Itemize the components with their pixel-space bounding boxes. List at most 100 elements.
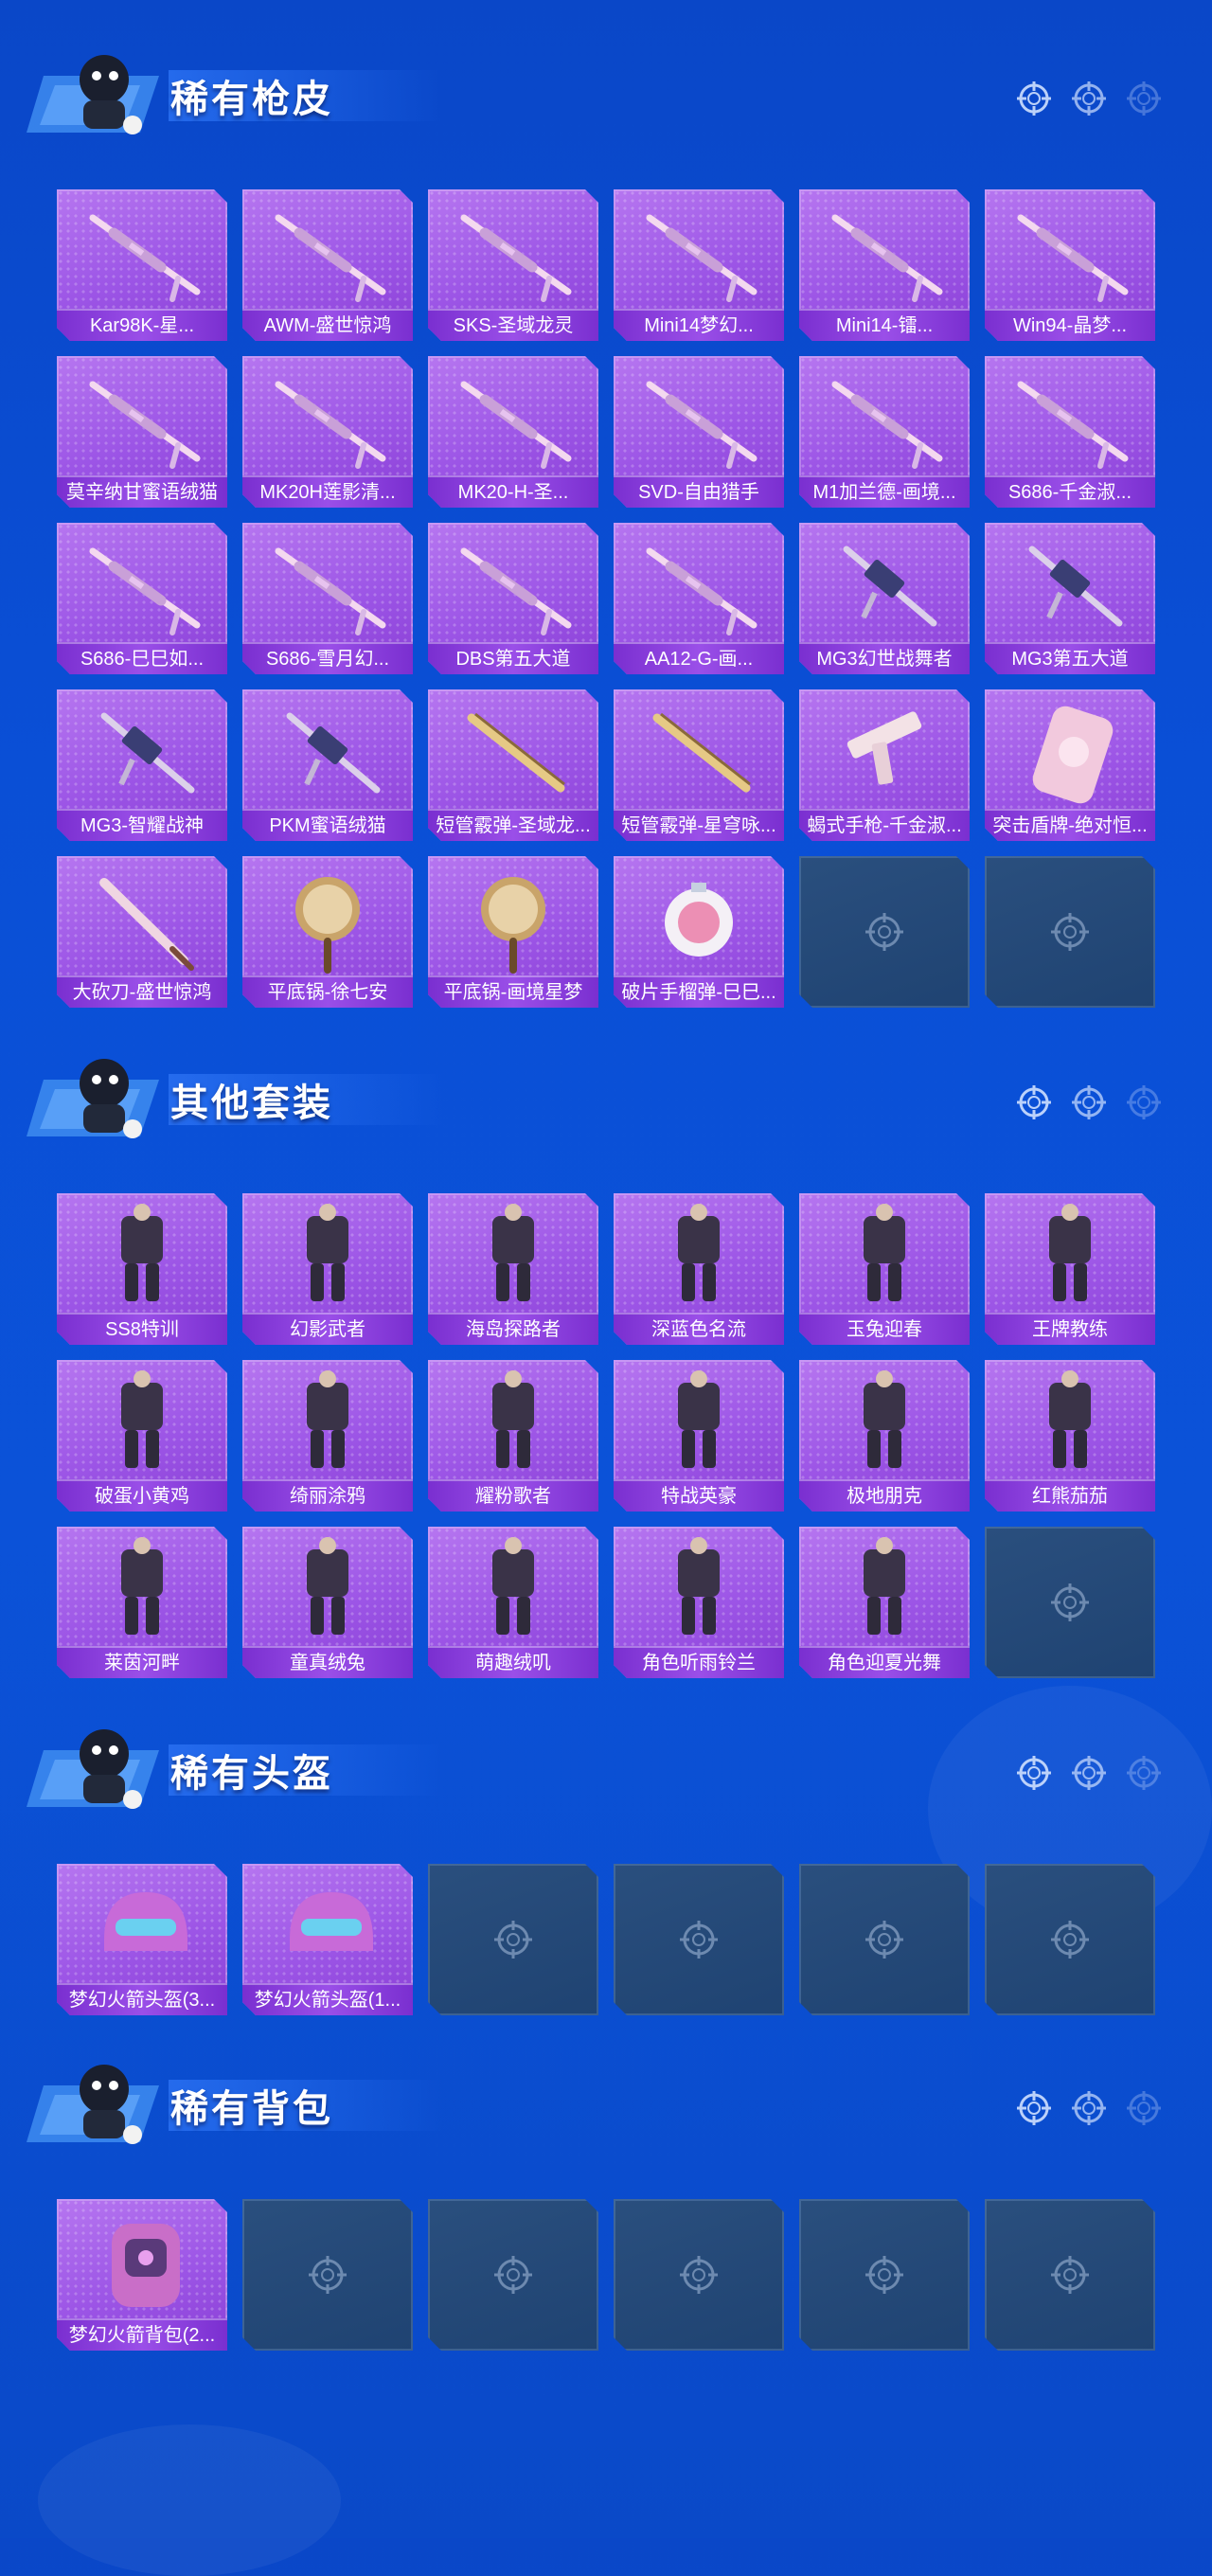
item-tile[interactable]: Mini14-镭... (799, 189, 970, 341)
item-tile[interactable]: SS8特训 (57, 1193, 227, 1345)
item-tile[interactable]: 玉兔迎春 (799, 1193, 970, 1345)
crosshair-icon (1125, 2089, 1163, 2132)
empty-slot (799, 1864, 970, 2015)
outfit-icon (623, 1534, 775, 1646)
item-tile[interactable]: 幻影武者 (242, 1193, 413, 1345)
item-tile[interactable]: 梦幻火箭头盔(1... (242, 1864, 413, 2015)
crosshair-decorations (1015, 1083, 1163, 1126)
item-tile[interactable]: 破片手榴弹-巳巳... (614, 856, 784, 1008)
rifle-icon (252, 530, 403, 642)
item-tile[interactable]: 特战英豪 (614, 1360, 784, 1512)
item-tile[interactable]: 角色迎夏光舞 (799, 1527, 970, 1678)
item-tile[interactable]: M1加兰德-画境... (799, 356, 970, 508)
item-tile[interactable]: 王牌教练 (985, 1193, 1155, 1345)
item-label: 突击盾牌-绝对恒... (985, 809, 1155, 841)
item-label: 角色听雨铃兰 (614, 1646, 784, 1678)
item-tile[interactable]: 耀粉歌者 (428, 1360, 598, 1512)
grenade-icon (623, 864, 775, 975)
item-tile[interactable]: 平底锅-徐七安 (242, 856, 413, 1008)
item-tile[interactable]: 短管霰弹-星穹咏... (614, 689, 784, 841)
shotgun-icon (623, 697, 775, 809)
item-label: 短管霰弹-圣域龙... (428, 809, 598, 841)
item-label: 红熊茄茄 (985, 1479, 1155, 1512)
item-tile[interactable]: MG3-智耀战神 (57, 689, 227, 841)
rifle-icon (252, 197, 403, 309)
item-tile[interactable]: Kar98K-星... (57, 189, 227, 341)
item-tile[interactable]: 梦幻火箭头盔(3... (57, 1864, 227, 2015)
helmet-icon (252, 1871, 403, 1983)
item-tile[interactable]: Mini14梦幻... (614, 189, 784, 341)
item-grid: Kar98K-星... AWM-盛世惊鸿 SKS-圣域龙灵 Mini14梦幻... Mi… (57, 189, 1155, 1008)
pan-icon (252, 864, 403, 975)
rifle-icon (66, 530, 218, 642)
empty-slot (428, 2199, 598, 2351)
item-tile[interactable]: 红熊茄茄 (985, 1360, 1155, 1512)
item-tile[interactable]: 突击盾牌-绝对恒... (985, 689, 1155, 841)
item-tile[interactable]: MK20H莲影清... (242, 356, 413, 508)
section-title: 稀有头盔 (170, 1753, 333, 1795)
item-tile[interactable]: Win94-晶梦... (985, 189, 1155, 341)
shield-icon (994, 697, 1146, 809)
item-tile[interactable]: 莱茵河畔 (57, 1527, 227, 1678)
item-tile[interactable]: 角色听雨铃兰 (614, 1527, 784, 1678)
item-label: 平底锅-徐七安 (242, 975, 413, 1008)
rifle-icon (623, 364, 775, 475)
item-tile[interactable]: SVD-自由猎手 (614, 356, 784, 508)
item-label: 玉兔迎春 (799, 1313, 970, 1345)
outfit-icon (809, 1201, 960, 1313)
item-tile[interactable]: 大砍刀-盛世惊鸿 (57, 856, 227, 1008)
item-tile[interactable]: S686-巳巳如... (57, 523, 227, 674)
item-tile[interactable]: AA12-G-画... (614, 523, 784, 674)
section-header: 其他套装 (27, 1042, 1163, 1146)
item-tile[interactable]: 童真绒兔 (242, 1527, 413, 1678)
section-title: 稀有枪皮 (170, 79, 333, 120)
helmet-icon (66, 1871, 218, 1983)
outfit-icon (66, 1201, 218, 1313)
item-label: 海岛探路者 (428, 1313, 598, 1345)
mascot-icon (27, 1729, 159, 1809)
parachute-decoration-bottom (38, 2424, 341, 2576)
item-tile[interactable]: 萌趣绒叽 (428, 1527, 598, 1678)
mascot-icon (27, 2065, 159, 2144)
item-tile[interactable]: 平底锅-画境星梦 (428, 856, 598, 1008)
item-tile[interactable]: MK20-H-圣... (428, 356, 598, 508)
item-tile[interactable]: 极地朋克 (799, 1360, 970, 1512)
item-tile[interactable]: 深蓝色名流 (614, 1193, 784, 1345)
item-tile[interactable]: PKM蜜语绒猫 (242, 689, 413, 841)
item-label: S686-巳巳如... (57, 642, 227, 674)
item-label: Mini14-镭... (799, 309, 970, 341)
rifle-icon (437, 364, 589, 475)
item-tile[interactable]: 海岛探路者 (428, 1193, 598, 1345)
item-tile[interactable]: MG3第五大道 (985, 523, 1155, 674)
outfit-icon (252, 1534, 403, 1646)
item-tile[interactable]: DBS第五大道 (428, 523, 598, 674)
item-tile[interactable]: S686-雪月幻... (242, 523, 413, 674)
outfit-icon (252, 1201, 403, 1313)
item-tile[interactable]: 莫辛纳甘蜜语绒猫 (57, 356, 227, 508)
section-header: 稀有头盔 (27, 1712, 1163, 1816)
section-title: 稀有背包 (170, 2088, 333, 2130)
empty-slot (985, 856, 1155, 1008)
item-tile[interactable]: 梦幻火箭背包(2... (57, 2199, 227, 2351)
item-label: M1加兰德-画境... (799, 475, 970, 508)
mascot-icon (27, 1059, 159, 1138)
outfit-icon (437, 1534, 589, 1646)
item-label: 萌趣绒叽 (428, 1646, 598, 1678)
item-tile[interactable]: 绮丽涂鸦 (242, 1360, 413, 1512)
section-title: 其他套装 (170, 1082, 333, 1124)
empty-slot (428, 1864, 598, 2015)
item-tile[interactable]: AWM-盛世惊鸿 (242, 189, 413, 341)
item-label: S686-千金淑... (985, 475, 1155, 508)
item-tile[interactable]: 短管霰弹-圣域龙... (428, 689, 598, 841)
item-tile[interactable]: S686-千金淑... (985, 356, 1155, 508)
item-tile[interactable]: SKS-圣域龙灵 (428, 189, 598, 341)
empty-slot (985, 2199, 1155, 2351)
empty-slot (614, 2199, 784, 2351)
rifle-icon (623, 530, 775, 642)
item-label: PKM蜜语绒猫 (242, 809, 413, 841)
item-tile[interactable]: 破蛋小黄鸡 (57, 1360, 227, 1512)
outfit-icon (994, 1368, 1146, 1479)
item-tile[interactable]: 蝎式手枪-千金淑... (799, 689, 970, 841)
rifle-icon (66, 197, 218, 309)
item-tile[interactable]: MG3幻世战舞者 (799, 523, 970, 674)
